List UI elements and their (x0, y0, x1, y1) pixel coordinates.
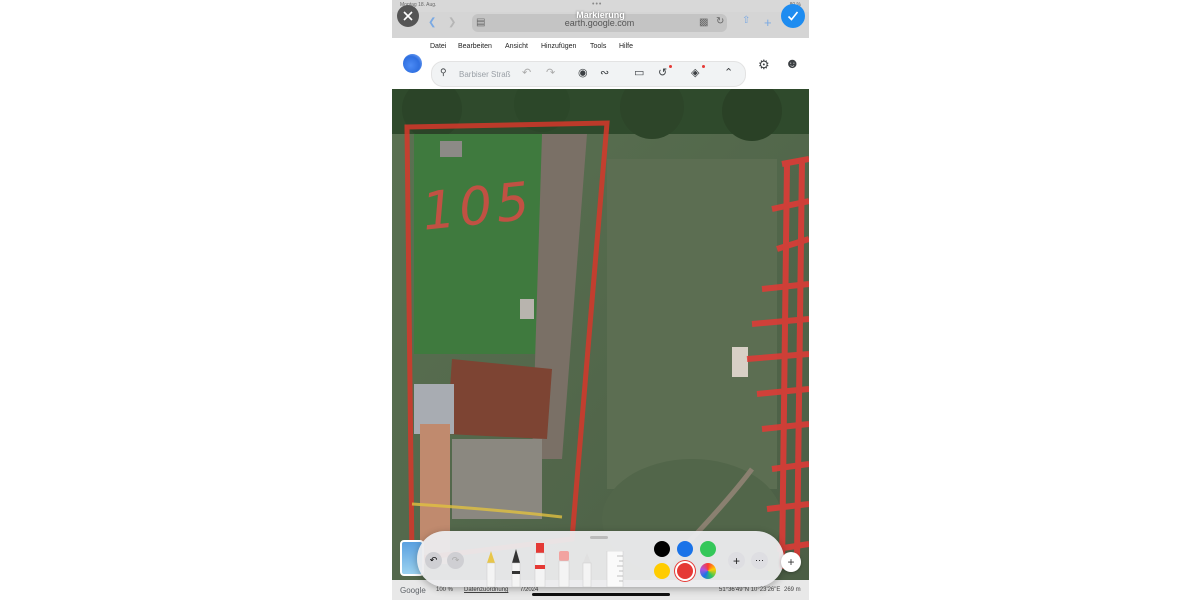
satellite-map[interactable]: 105 (392, 89, 809, 580)
color-picker-wheel[interactable] (700, 563, 716, 579)
menu-datei[interactable]: Datei (430, 43, 446, 50)
menu-ansicht[interactable]: Ansicht (505, 43, 528, 50)
color-yellow[interactable] (654, 563, 670, 579)
plus-icon: + (732, 553, 740, 568)
menu-bearbeiten[interactable]: Bearbeiten (458, 43, 492, 50)
menu-hilfe[interactable]: Hilfe (619, 43, 633, 50)
more-options-button[interactable]: ⋯ (751, 552, 768, 569)
search-icon: ⚲ (440, 67, 447, 77)
zoom-level: 100 % (436, 587, 454, 593)
search-input[interactable]: Barbiser Straße (459, 70, 511, 79)
redo-arrow-icon: ↷ (451, 555, 460, 565)
done-markup-button[interactable] (781, 4, 805, 28)
map-imagery (392, 89, 809, 580)
ellipsis-icon: ⋯ (755, 555, 764, 565)
scale-distance: 269 m (784, 587, 801, 593)
undo-icon[interactable]: ↶ (522, 66, 531, 79)
ruler-tool[interactable] (605, 551, 625, 587)
collapse-icon[interactable]: ⌃ (724, 66, 733, 79)
account-icon[interactable]: ☻ (785, 55, 800, 71)
path-icon[interactable]: ∾ (600, 66, 609, 79)
google-earth-logo[interactable] (403, 54, 422, 73)
ipad-screen: Montag 18. Aug. ••• 80 % earth.google.co… (392, 0, 809, 600)
settings-gear-icon[interactable]: ⚙ (758, 57, 770, 73)
handwritten-plot-label: 105 (419, 171, 537, 243)
lasso-tool[interactable] (581, 551, 593, 587)
zoom-in-button[interactable]: + (781, 552, 801, 572)
data-attribution-link[interactable]: Datenzuordnung (464, 587, 508, 593)
google-wordmark: Google (400, 586, 426, 595)
add-shape-button[interactable]: + (728, 552, 745, 569)
coordinates: 51°36'49"N 10°23'26"E (719, 587, 781, 593)
pen-tool[interactable] (485, 549, 497, 587)
history-icon[interactable]: ↺ (658, 66, 667, 79)
markup-redo-button[interactable]: ↷ (447, 552, 464, 569)
markup-palette: ↶ ↷ + ⋯ (417, 531, 784, 587)
menu-bar: Datei Bearbeiten Ansicht Hinzufügen Tool… (392, 38, 809, 56)
color-blue[interactable] (677, 541, 693, 557)
highlighter-tool[interactable] (533, 541, 547, 587)
menu-hinzufuegen[interactable]: Hinzufügen (541, 43, 576, 50)
markup-undo-button[interactable]: ↶ (425, 552, 442, 569)
search-bar[interactable]: ⚲ Barbiser Straße ↶ ↷ ◉ ∾ ▭ ↺ ◈ ⌃ (431, 61, 746, 87)
undo-arrow-icon: ↶ (429, 555, 438, 565)
markup-title: Markierung (576, 10, 625, 20)
plus-icon: + (787, 555, 795, 569)
palette-grabber[interactable] (590, 536, 608, 539)
checkmark-icon (787, 11, 799, 21)
eraser-tool[interactable] (557, 549, 571, 587)
measure-icon[interactable]: ▭ (634, 66, 644, 79)
layers-icon[interactable]: ◈ (691, 66, 699, 79)
layers-badge (702, 65, 705, 68)
marker-tool[interactable] (510, 547, 522, 587)
menu-tools[interactable]: Tools (590, 43, 606, 50)
color-red-selected[interactable] (677, 563, 693, 579)
placemark-icon[interactable]: ◉ (578, 66, 588, 79)
redo-icon[interactable]: ↷ (546, 66, 555, 79)
multitasking-dots[interactable]: ••• (592, 1, 602, 8)
close-icon (403, 11, 413, 21)
history-badge (669, 65, 672, 68)
close-markup-button[interactable] (397, 5, 419, 27)
home-indicator[interactable] (532, 593, 670, 596)
color-black[interactable] (654, 541, 670, 557)
color-green[interactable] (700, 541, 716, 557)
